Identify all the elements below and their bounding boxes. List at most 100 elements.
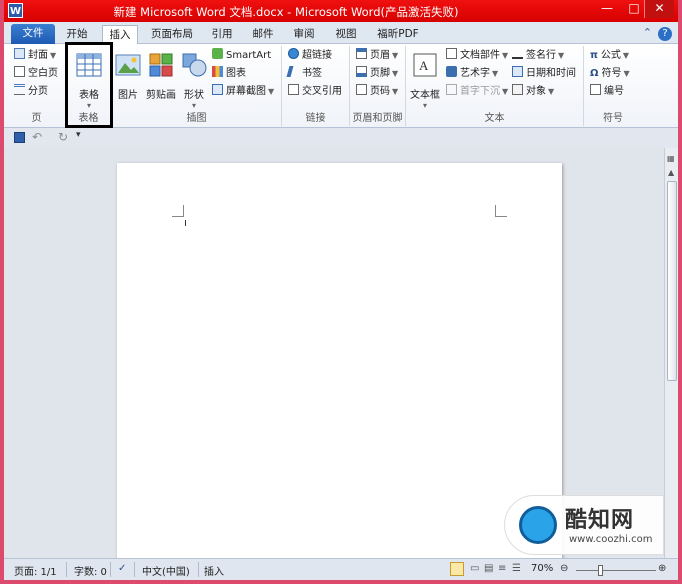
symbol-button[interactable]: Ω 符号 ▼	[590, 66, 630, 82]
tab-mailings[interactable]: 邮件	[247, 25, 279, 44]
date-time-button[interactable]: 日期和时间	[512, 66, 576, 82]
equation-label: 公式	[600, 50, 621, 61]
shapes-icon	[182, 53, 207, 77]
numbering-button[interactable]: 编号	[590, 84, 624, 100]
screenshot-button[interactable]: 屏幕截图 ▼	[212, 84, 274, 100]
footer-button[interactable]: 页脚 ▼	[356, 66, 398, 82]
blank-page-label: 空白页	[28, 68, 58, 79]
tab-page-layout[interactable]: 页面布局	[145, 25, 199, 44]
watermark-title: 酷知网	[565, 508, 635, 533]
header-button[interactable]: 页眉 ▼	[356, 48, 398, 64]
bookmark-button[interactable]: 书签	[286, 66, 322, 82]
undo-icon[interactable]: ↶	[32, 130, 42, 144]
picture-button[interactable]: 图片	[114, 50, 142, 101]
textbox-button[interactable]: A 文本框 ▾	[408, 50, 442, 110]
quick-parts-button[interactable]: 文档部件 ▼	[446, 48, 508, 64]
group-header-footer: 页眉 ▼ 页脚 ▼ 页码 ▼ 页眉和页脚	[350, 46, 406, 126]
save-icon[interactable]	[14, 132, 25, 143]
ruler-toggle-icon[interactable]: ▦	[667, 154, 675, 163]
redo-icon[interactable]: ↻	[58, 130, 68, 144]
zoom-level[interactable]: 70%	[531, 563, 553, 574]
footer-icon	[356, 66, 367, 77]
shapes-button[interactable]: 形状 ▾	[180, 50, 208, 110]
language-indicator[interactable]: 中文(中国)	[142, 563, 190, 578]
customize-qa-icon[interactable]: ▾	[76, 130, 81, 140]
bookmark-label: 书签	[302, 68, 322, 79]
drop-cap-icon	[446, 84, 457, 95]
ribbon-collapse-icon[interactable]: ⌃	[643, 26, 652, 39]
cover-page-label: 封面	[28, 50, 48, 61]
chart-button[interactable]: 图表	[212, 66, 246, 82]
document-page[interactable]	[117, 163, 562, 563]
numbering-label: 编号	[604, 86, 624, 97]
page-count[interactable]: 页面: 1/1	[14, 563, 57, 578]
watermark: 酷知网 www.coozhi.com	[504, 495, 664, 555]
blank-page-icon	[14, 66, 25, 77]
window-title: 新建 Microsoft Word 文档.docx - Microsoft Wo…	[113, 5, 459, 19]
signature-line-button[interactable]: 签名行 ▼	[512, 48, 564, 64]
group-text: A 文本框 ▾ 文档部件 ▼ 艺术字 ▼ 首字下沉 ▼ 签名行 ▼ 日期和时间 对象 ▼ …	[406, 46, 584, 126]
hyperlink-button[interactable]: 超链接	[288, 48, 332, 64]
outline-view-icon[interactable]: ≡	[498, 563, 506, 574]
quick-parts-icon	[446, 48, 457, 59]
omega-icon: Ω	[590, 68, 599, 79]
smartart-button[interactable]: SmartArt	[212, 48, 271, 64]
pi-icon: π	[590, 50, 598, 61]
picture-label: 图片	[118, 90, 138, 101]
page-break-icon	[14, 84, 25, 95]
page-number-icon	[356, 84, 367, 95]
signature-label: 签名行	[526, 50, 556, 61]
object-icon	[512, 84, 523, 95]
web-layout-view-icon[interactable]: ▤	[484, 563, 493, 574]
wordart-button[interactable]: 艺术字 ▼	[446, 66, 498, 82]
tab-file[interactable]: 文件	[11, 24, 55, 44]
page-number-button[interactable]: 页码 ▼	[356, 84, 398, 100]
cover-page-button[interactable]: 封面 ▼	[14, 48, 56, 64]
tab-references[interactable]: 引用	[206, 25, 238, 44]
group-symbols: π 公式 ▼ Ω 符号 ▼ 编号 符号	[584, 46, 642, 126]
zoom-slider[interactable]	[576, 570, 656, 571]
symbol-label: 符号	[601, 68, 622, 79]
tab-view[interactable]: 视图	[330, 25, 362, 44]
full-screen-view-icon[interactable]: ▭	[470, 563, 479, 574]
zoom-out-icon[interactable]: ⊖	[560, 563, 568, 574]
draft-view-icon[interactable]: ☰	[512, 563, 521, 574]
proofing-icon[interactable]: ✓	[118, 563, 126, 574]
smartart-label: SmartArt	[226, 50, 272, 61]
word-window: W 新建 Microsoft Word 文档.docx - Microsoft …	[0, 0, 682, 584]
header-label: 页眉	[370, 50, 390, 61]
zoom-slider-thumb[interactable]	[598, 565, 603, 576]
page-number-label: 页码	[370, 86, 390, 97]
scroll-thumb[interactable]	[667, 181, 677, 381]
minimize-button[interactable]: —	[594, 0, 620, 18]
bookmark-icon	[286, 66, 301, 77]
help-icon[interactable]: ?	[658, 27, 672, 41]
blank-page-button[interactable]: 空白页	[14, 66, 58, 82]
picture-icon	[115, 54, 141, 76]
screenshot-icon	[212, 84, 223, 95]
status-bar: 页面: 1/1 字数: 0 ✓ 中文(中国) 插入 ▭ ▤ ≡ ☰ 70% ⊖ …	[4, 558, 678, 580]
tab-foxit-pdf[interactable]: 福昕PDF	[370, 25, 426, 44]
group-links: 超链接 书签 交叉引用 链接	[282, 46, 350, 126]
vertical-scrollbar[interactable]: ▦ ▲	[664, 148, 678, 558]
cross-reference-button[interactable]: 交叉引用	[288, 84, 342, 100]
group-pages-label: 页	[31, 113, 42, 124]
object-button[interactable]: 对象 ▼	[512, 84, 554, 100]
clipart-button[interactable]: 剪贴画	[144, 50, 178, 101]
insert-mode[interactable]: 插入	[204, 563, 224, 578]
watermark-url: www.coozhi.com	[569, 534, 653, 545]
word-count[interactable]: 字数: 0	[74, 563, 107, 578]
zoom-in-icon[interactable]: ⊕	[658, 563, 666, 574]
numbering-icon	[590, 84, 601, 95]
equation-button[interactable]: π 公式 ▼	[590, 48, 629, 64]
tab-review[interactable]: 审阅	[288, 25, 320, 44]
close-button[interactable]: ✕	[644, 0, 674, 18]
drop-cap-button[interactable]: 首字下沉 ▼	[446, 84, 508, 100]
page-break-button[interactable]: 分页	[14, 84, 48, 100]
clipart-icon	[149, 53, 173, 77]
scroll-up-icon[interactable]: ▲	[668, 168, 674, 177]
print-layout-view-icon[interactable]	[450, 562, 464, 576]
title-bar: W 新建 Microsoft Word 文档.docx - Microsoft …	[4, 0, 678, 22]
textbox-icon: A	[413, 53, 437, 77]
group-pages: 封面 ▼ 空白页 分页 页	[8, 46, 66, 126]
